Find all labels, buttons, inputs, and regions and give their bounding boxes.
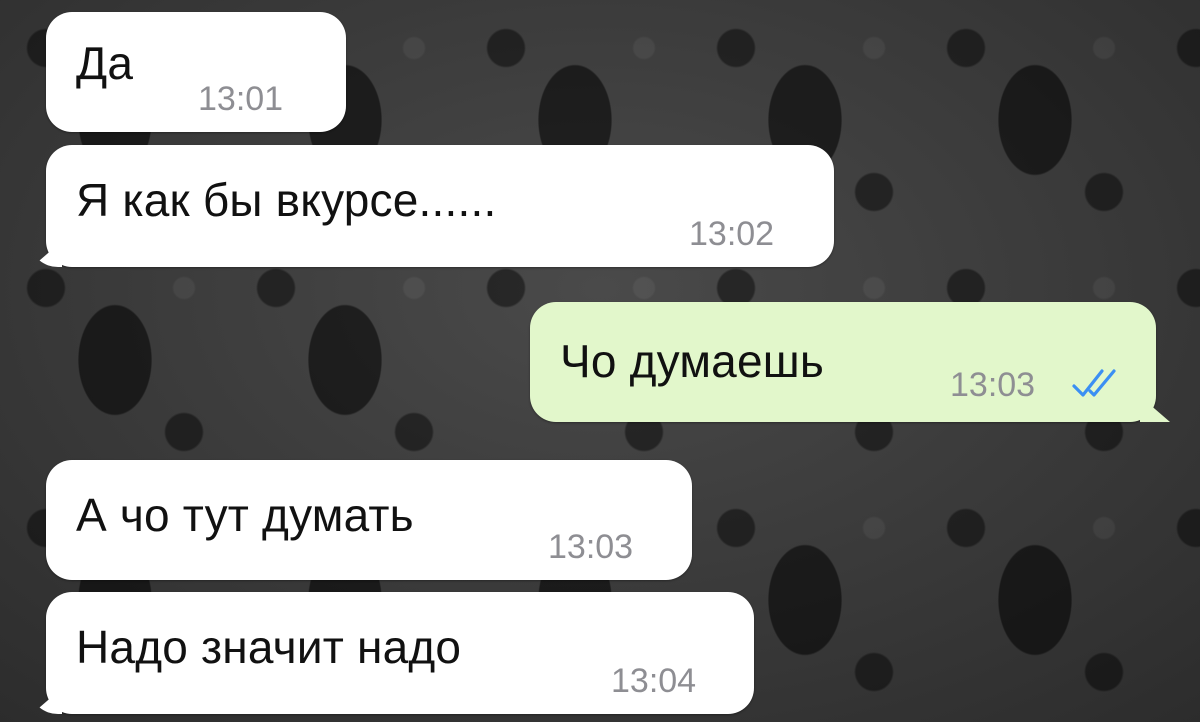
message-bubble-incoming[interactable]: Я как бы вкурсе...... 13:02 <box>32 145 834 267</box>
message-bubble-outgoing[interactable]: Чо думаешь 13:03 <box>530 302 1170 422</box>
bubble-tail <box>1140 396 1170 422</box>
message-text: А чо тут думать <box>76 489 414 541</box>
message-text: Чо думаешь <box>560 335 825 387</box>
message-list[interactable]: Да 13:01 Я как бы вкурсе...... 13:02 Чо … <box>0 0 1200 722</box>
double-check-icon <box>1072 369 1116 397</box>
message-text: Я как бы вкурсе...... <box>76 174 497 226</box>
message-bubble-incoming[interactable]: А чо тут думать 13:03 <box>46 460 692 580</box>
message-timestamp: 13:02 <box>689 215 775 253</box>
message-text: Да <box>76 37 134 89</box>
message-timestamp: 13:03 <box>950 366 1036 404</box>
bubble-tail <box>32 241 62 267</box>
message-timestamp: 13:04 <box>611 662 697 700</box>
message-timestamp: 13:03 <box>548 528 634 566</box>
message-bubble-incoming[interactable]: Да 13:01 <box>46 12 346 132</box>
chat-screen: { "messages": [ {"text": "Да", "time": "… <box>0 0 1200 722</box>
bubble-tail <box>32 688 62 714</box>
message-bubble-incoming[interactable]: Надо значит надо 13:04 <box>32 592 754 714</box>
message-text: Надо значит надо <box>76 621 462 673</box>
message-timestamp: 13:01 <box>198 80 284 118</box>
